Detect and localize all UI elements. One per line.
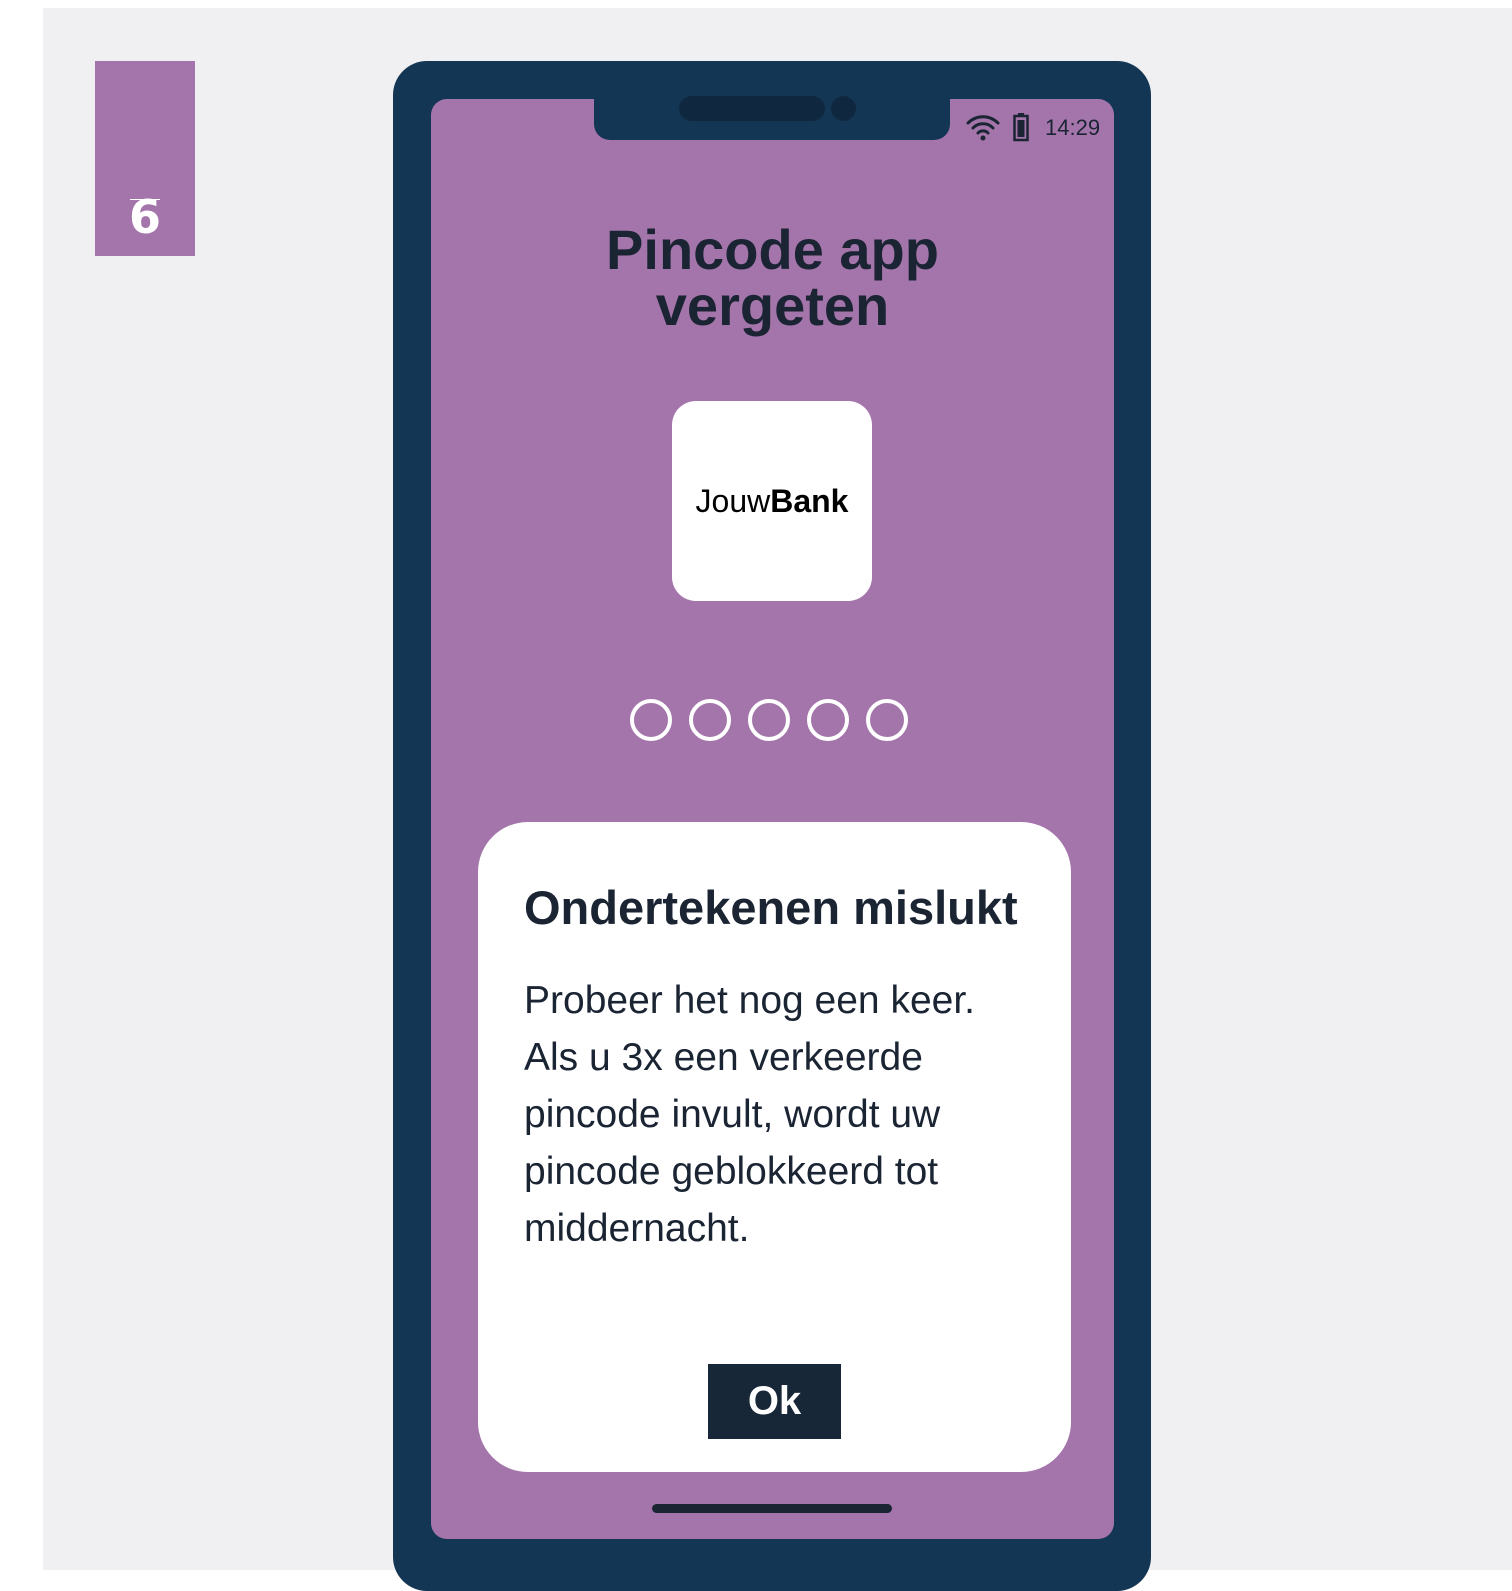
bank-logo-part1: Jouw — [695, 482, 771, 519]
phone-camera — [831, 96, 856, 121]
bank-logo-part2: Bank — [770, 482, 849, 519]
wifi-icon — [965, 112, 1001, 142]
pin-dot — [689, 699, 731, 741]
pin-dot — [807, 699, 849, 741]
dialog-title: Ondertekenen mislukt — [524, 881, 1018, 934]
phone-speaker — [679, 96, 825, 121]
ok-button[interactable]: Ok — [708, 1364, 841, 1439]
step-badge: 6 — [95, 61, 195, 256]
step-underline — [130, 199, 160, 200]
dialog-message-line: Als u 3x een verkeerde — [524, 1036, 923, 1079]
dialog-message-line: pincode invult, wordt uw — [524, 1093, 941, 1136]
bank-logo: JouwBank — [696, 483, 849, 520]
screen-title-line2: vergeten — [655, 274, 890, 337]
step-number: 6 — [128, 190, 161, 244]
dialog-message: Probeer het nog een keer. Als u 3x een v… — [524, 972, 1044, 1257]
pin-dot — [748, 699, 790, 741]
bank-logo-tile: JouwBank — [672, 401, 872, 601]
pin-dot — [630, 699, 672, 741]
screen-title: Pincode app vergeten — [431, 222, 1114, 334]
dialog-message-line: middernacht. — [524, 1207, 750, 1250]
status-icons — [965, 110, 1029, 144]
battery-icon — [1013, 112, 1029, 142]
dialog-message-line: pincode geblokkeerd tot — [524, 1150, 939, 1193]
dialog-message-line: Probeer het nog een keer. — [524, 979, 975, 1022]
pin-indicator — [630, 699, 908, 741]
status-time: 14:29 — [1045, 115, 1101, 140]
screen-title-line1: Pincode app — [606, 218, 939, 281]
pin-dot — [866, 699, 908, 741]
home-indicator[interactable] — [652, 1504, 892, 1513]
